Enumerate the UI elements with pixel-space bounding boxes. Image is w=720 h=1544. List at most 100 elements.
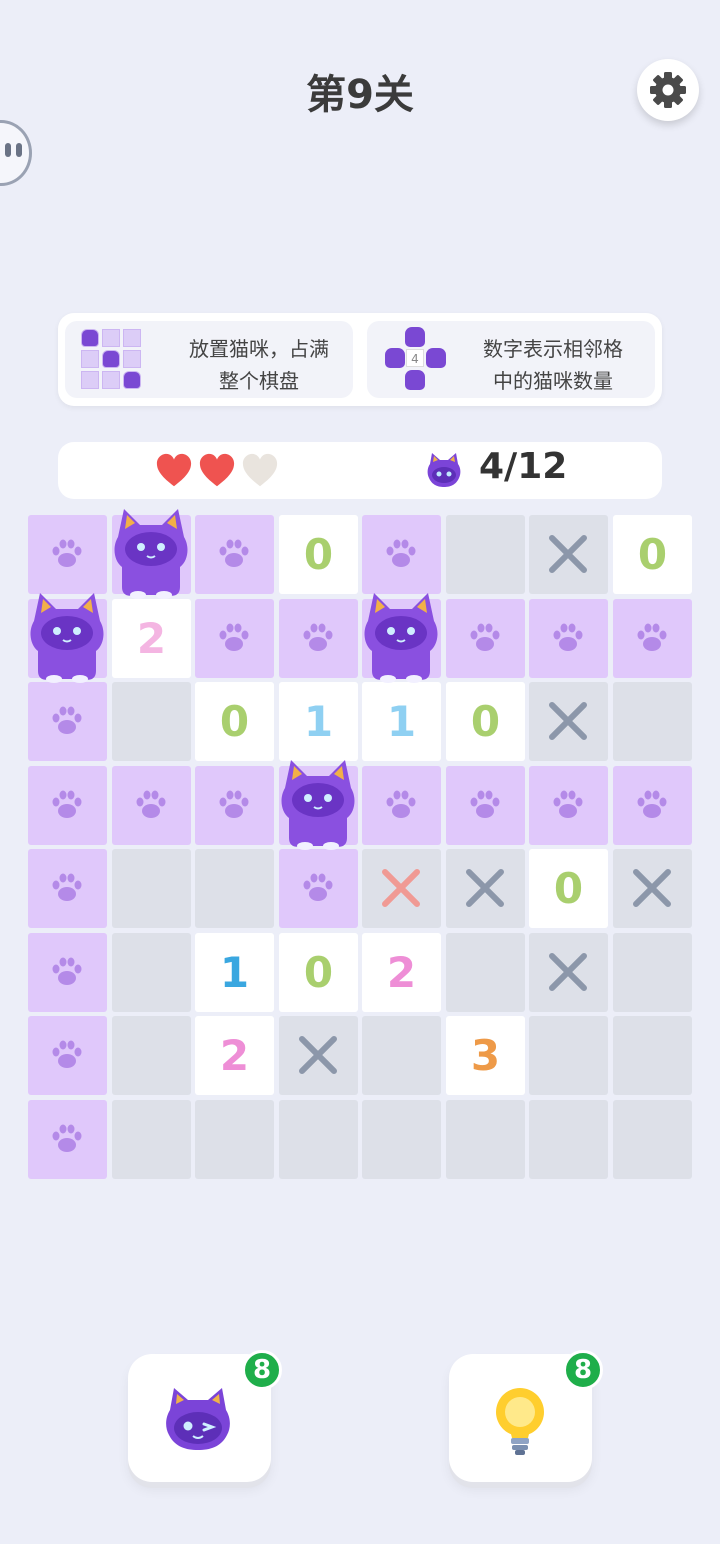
board-cell-number[interactable]: 1 xyxy=(279,682,358,761)
board-cell-empty[interactable] xyxy=(112,933,191,1012)
cross-mark-icon xyxy=(549,535,587,573)
board-cell-paw[interactable] xyxy=(362,766,441,845)
board-cell-number[interactable]: 2 xyxy=(362,933,441,1012)
board-cell-number[interactable]: 2 xyxy=(195,1016,274,1095)
board-cell-empty[interactable] xyxy=(112,1100,191,1179)
board-cell-paw[interactable] xyxy=(195,599,274,678)
cell-number: 3 xyxy=(470,1031,501,1080)
paw-icon xyxy=(52,1124,82,1152)
cross-mark-icon xyxy=(633,869,671,907)
board-cell-number[interactable]: 0 xyxy=(279,515,358,594)
board-cell-empty[interactable] xyxy=(112,849,191,928)
board-cell-number[interactable]: 3 xyxy=(446,1016,525,1095)
cell-number: 0 xyxy=(219,697,250,746)
paw-icon xyxy=(637,790,667,818)
paw-icon xyxy=(52,539,82,567)
paw-icon xyxy=(386,539,416,567)
heart-empty-icon xyxy=(242,453,278,487)
board-cell-number[interactable]: 2 xyxy=(112,599,191,678)
paw-icon xyxy=(52,790,82,818)
board-cell-paw[interactable] xyxy=(279,849,358,928)
board-cell-paw[interactable] xyxy=(362,515,441,594)
board-cell-empty[interactable] xyxy=(446,515,525,594)
board-cell-paw[interactable] xyxy=(279,599,358,678)
board-cell-crossed[interactable] xyxy=(279,1016,358,1095)
placed-cat xyxy=(30,593,104,683)
board-cell-paw[interactable] xyxy=(613,599,692,678)
board-cell-crossed[interactable] xyxy=(362,849,441,928)
board-cell-paw[interactable] xyxy=(28,933,107,1012)
board-cell-paw[interactable] xyxy=(28,515,107,594)
board-cell-number[interactable]: 0 xyxy=(446,682,525,761)
board-cell-paw[interactable] xyxy=(446,599,525,678)
board-cell-paw[interactable] xyxy=(446,766,525,845)
placed-cat xyxy=(364,593,438,683)
board-cell-crossed[interactable] xyxy=(529,515,608,594)
game-board: 0 0 2 0 1 1 0 0 1 0 2 2 3 xyxy=(28,509,692,1179)
board-cell-number[interactable]: 1 xyxy=(195,933,274,1012)
cell-number: 2 xyxy=(219,1031,250,1080)
paw-icon xyxy=(470,623,500,651)
paw-icon xyxy=(52,1040,82,1068)
board-cell-empty[interactable] xyxy=(613,682,692,761)
board-cell-empty[interactable] xyxy=(529,1100,608,1179)
rule-number-illustration: 4 xyxy=(385,327,446,391)
settings-button[interactable] xyxy=(637,59,699,121)
board-cell-paw[interactable] xyxy=(28,1016,107,1095)
board-cell-paw[interactable] xyxy=(613,766,692,845)
rule-fill-line1: 放置猫咪，占满 xyxy=(189,337,329,361)
rules-panel: 放置猫咪，占满 整个棋盘 4 数字表示相邻格 中的猫咪数量 xyxy=(58,313,662,406)
cat-counter-icon xyxy=(427,453,461,487)
cell-number: 1 xyxy=(303,697,334,746)
board-cell-empty[interactable] xyxy=(613,933,692,1012)
place-cat-button[interactable]: 8 xyxy=(128,1350,282,1482)
board-cell-number[interactable]: 0 xyxy=(195,682,274,761)
board-cell-paw[interactable] xyxy=(28,766,107,845)
board-cell-paw[interactable] xyxy=(195,515,274,594)
board-cell-empty[interactable] xyxy=(613,1016,692,1095)
board-cell-paw[interactable] xyxy=(529,599,608,678)
board-cell-empty[interactable] xyxy=(613,1100,692,1179)
hint-count-badge: 8 xyxy=(563,1350,603,1390)
board-cell-paw[interactable] xyxy=(28,682,107,761)
board-cell-paw[interactable] xyxy=(28,849,107,928)
paw-icon xyxy=(553,790,583,818)
cell-number: 1 xyxy=(386,697,417,746)
board-cell-paw[interactable] xyxy=(112,766,191,845)
board-cell-crossed[interactable] xyxy=(446,849,525,928)
board-cell-empty[interactable] xyxy=(195,849,274,928)
board-cell-paw[interactable] xyxy=(529,766,608,845)
paw-icon xyxy=(219,539,249,567)
board-cell-number[interactable]: 0 xyxy=(613,515,692,594)
board-cell-empty[interactable] xyxy=(529,1016,608,1095)
rule-card-fill: 放置猫咪，占满 整个棋盘 xyxy=(65,321,353,398)
placed-cat xyxy=(281,760,355,850)
hint-button[interactable]: 8 xyxy=(449,1350,603,1482)
board-cell-empty[interactable] xyxy=(446,933,525,1012)
cell-number: 2 xyxy=(386,948,417,997)
board-cell-paw[interactable] xyxy=(195,766,274,845)
cell-number: 0 xyxy=(303,530,334,579)
board-cell-empty[interactable] xyxy=(112,682,191,761)
cross-mark-icon xyxy=(299,1036,337,1074)
board-cell-number[interactable]: 0 xyxy=(529,849,608,928)
cell-number: 2 xyxy=(136,614,167,663)
paw-icon xyxy=(52,706,82,734)
board-cell-number[interactable]: 0 xyxy=(279,933,358,1012)
board-cell-crossed[interactable] xyxy=(529,933,608,1012)
board-cell-empty[interactable] xyxy=(362,1100,441,1179)
board-cell-paw[interactable] xyxy=(28,1100,107,1179)
side-assistant-handle[interactable] xyxy=(0,120,32,186)
paw-icon xyxy=(553,623,583,651)
board-cell-number[interactable]: 1 xyxy=(362,682,441,761)
cat-icon xyxy=(166,1388,230,1450)
board-cell-empty[interactable] xyxy=(195,1100,274,1179)
board-cell-empty[interactable] xyxy=(112,1016,191,1095)
gear-icon xyxy=(650,72,686,108)
board-cell-empty[interactable] xyxy=(279,1100,358,1179)
board-cell-empty[interactable] xyxy=(362,1016,441,1095)
board-cell-crossed[interactable] xyxy=(613,849,692,928)
board-cell-empty[interactable] xyxy=(446,1100,525,1179)
cell-number: 0 xyxy=(637,530,668,579)
board-cell-crossed[interactable] xyxy=(529,682,608,761)
